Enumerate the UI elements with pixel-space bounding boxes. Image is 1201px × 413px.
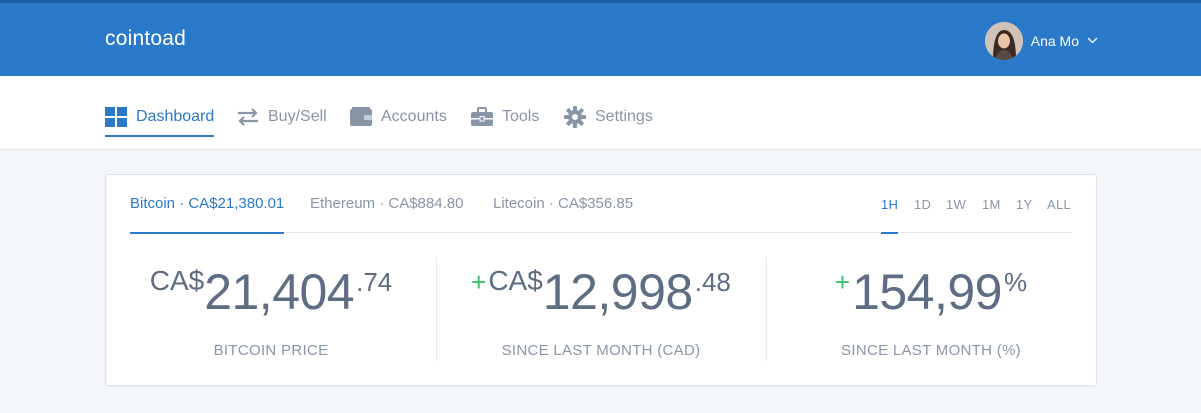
stat-value: CA$ 21,404 .74	[106, 263, 436, 323]
range-tab-1y[interactable]: 1Y	[1016, 197, 1033, 233]
positive-sign: +	[834, 267, 851, 297]
price-card: Bitcoin · CA$21,380.01 Ethereum · CA$884…	[105, 174, 1097, 386]
nav-item-settings[interactable]: Settings	[564, 98, 653, 136]
value-integer: 21,404	[204, 264, 355, 320]
gear-icon	[564, 106, 586, 128]
avatar[interactable]	[984, 22, 1023, 60]
swap-arrows-icon	[237, 106, 259, 128]
nav-label: Settings	[595, 108, 653, 125]
stat-change-cad: + CA$ 12,998 .48 SINCE LAST MONTH (CAD)	[436, 233, 766, 387]
brand-logo[interactable]: cointoad	[105, 27, 186, 51]
toolbox-icon	[471, 106, 493, 128]
stat-label: SINCE LAST MONTH (%)	[841, 342, 1021, 359]
card-header: Bitcoin · CA$21,380.01 Ethereum · CA$884…	[130, 175, 1072, 234]
nav-label: Buy/Sell	[268, 108, 327, 125]
nav-item-accounts[interactable]: Accounts	[350, 98, 447, 136]
stat-value: + 154,99 %	[766, 263, 1096, 323]
nav-label: Accounts	[381, 108, 447, 125]
range-tab-1h[interactable]: 1H	[881, 197, 899, 234]
main-nav: Dashboard Buy/Sell Accounts Tools Settin…	[0, 76, 1201, 150]
nav-item-tools[interactable]: Tools	[471, 98, 539, 136]
positive-sign: +	[471, 267, 487, 297]
percent-sign: %	[1004, 267, 1028, 297]
value-integer: 154,99	[852, 264, 1002, 320]
nav-item-buy-sell[interactable]: Buy/Sell	[237, 98, 327, 136]
nav-item-dashboard[interactable]: Dashboard	[105, 98, 215, 137]
stat-label: SINCE LAST MONTH (CAD)	[501, 342, 701, 359]
stat-bitcoin-price: CA$ 21,404 .74 BITCOIN PRICE	[106, 233, 436, 387]
range-tab-all[interactable]: ALL	[1047, 197, 1071, 233]
nav-label: Dashboard	[136, 108, 215, 125]
range-tab-1m[interactable]: 1M	[982, 197, 1001, 233]
dashboard-grid-icon	[105, 106, 127, 128]
top-bar: cointoad Ana Mo	[0, 0, 1201, 76]
user-menu[interactable]: Ana Mo	[984, 21, 1098, 61]
wallet-icon	[350, 106, 372, 128]
coin-tab-bitcoin[interactable]: Bitcoin · CA$21,380.01	[130, 195, 285, 234]
value-decimal: .48	[694, 267, 731, 297]
stat-label: BITCOIN PRICE	[213, 342, 329, 359]
coin-tab-litecoin[interactable]: Litecoin · CA$356.85	[493, 195, 633, 233]
range-tab-1w[interactable]: 1W	[946, 197, 966, 233]
chevron-down-icon[interactable]	[1087, 35, 1098, 47]
user-name[interactable]: Ana Mo	[1031, 33, 1079, 49]
value-decimal: .74	[356, 267, 393, 297]
currency-symbol: CA$	[488, 265, 543, 296]
stat-value: + CA$ 12,998 .48	[436, 263, 766, 323]
coin-tab-ethereum[interactable]: Ethereum · CA$884.80	[310, 195, 463, 233]
currency-symbol: CA$	[149, 265, 205, 296]
stat-change-percent: + 154,99 % SINCE LAST MONTH (%)	[766, 233, 1096, 387]
range-tab-1d[interactable]: 1D	[914, 197, 931, 233]
nav-label: Tools	[502, 108, 540, 125]
value-integer: 12,998	[542, 264, 693, 320]
